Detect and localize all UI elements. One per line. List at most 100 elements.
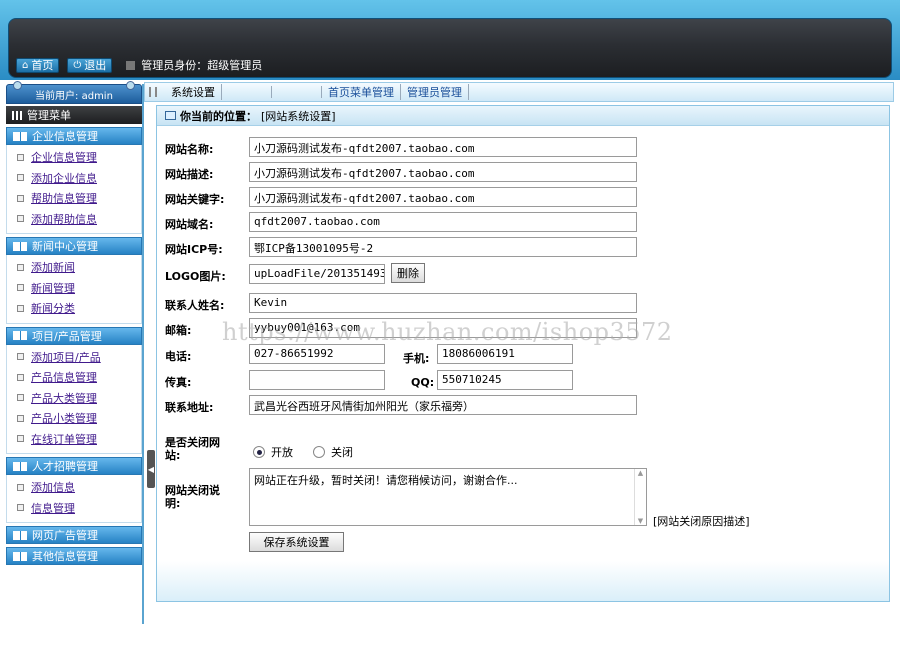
collapse-sidebar-icon[interactable]: ◀ [147,450,155,488]
tab-system-settings[interactable]: 系统设置 [165,84,222,100]
sidebar-item-list: 添加项目/产品 产品信息管理 产品大类管理 产品小类管理 在线订单管理 [6,344,142,454]
sidebar-item[interactable]: 添加新闻 [17,257,141,278]
radio-unchecked-icon [313,446,325,458]
book-icon [13,530,27,540]
close-desc-textarea[interactable]: 网站正在升级，暂时关闭！请您稍候访问，谢谢合作... ▲ ▼ [249,468,647,526]
sidebar-item[interactable]: 添加项目/产品 [17,347,141,368]
logo-label: LOGO图片: [165,270,226,283]
sidebar-item[interactable]: 添加帮助信息 [17,209,141,230]
main-panel: 你当前的位置： [网站系统设置] 网站名称: 小刀源码测试发布-qfdt2007… [156,105,890,602]
domain-input[interactable]: qfdt2007.taobao.com [249,212,637,232]
phone-label: 电话: [165,350,192,363]
site-name-label: 网站名称: [165,143,214,156]
site-desc-label: 网站描述: [165,168,214,181]
sidebar-section-header[interactable]: 项目/产品管理 [6,326,142,345]
sidebar-item[interactable]: 添加信息 [17,477,141,498]
grid-icon [12,110,23,120]
sidebar-section-header[interactable]: 其他信息管理 [6,547,142,565]
bullet-icon [17,483,24,491]
qq-input[interactable]: 550710245 [437,370,573,390]
bullet-icon [17,414,24,422]
sidebar-item-list: 企业信息管理 添加企业信息 帮助信息管理 添加帮助信息 [6,145,142,234]
close-desc-note: [网站关闭原因描述] [653,515,750,528]
sidebar-section: 网页广告管理 [6,526,142,544]
site-keywords-input[interactable]: 小刀源码测试发布-qfdt2007.taobao.com [249,187,637,207]
icp-label: 网站ICP号: [165,243,223,256]
logo-input[interactable]: upLoadFile/2013514934 [249,264,385,284]
admin-identity: 管理员身份：超级管理员 [126,57,262,73]
phone-input[interactable]: 027-86651992 [249,344,385,364]
bullet-icon [17,304,24,312]
book-icon [13,461,27,471]
menu-title: 管理菜单 [6,106,142,124]
sidebar-item[interactable]: 产品信息管理 [17,367,141,388]
bullet-icon [17,504,24,512]
window-icon [165,111,176,120]
sidebar-item[interactable]: 在线订单管理 [17,429,141,450]
book-icon [13,331,27,340]
pin-icon [13,81,22,90]
book-icon [13,551,27,561]
sidebar-section: 企业信息管理 企业信息管理 添加企业信息 帮助信息管理 添加帮助信息 [6,127,142,234]
sidebar-item[interactable]: 添加企业信息 [17,168,141,189]
mobile-input[interactable]: 18086006191 [437,344,573,364]
mobile-label: 手机: [403,352,430,365]
sidebar-section: 新闻中心管理 添加新闻 新闻管理 新闻分类 [6,237,142,324]
email-input[interactable]: yybuy001@163.com [249,318,637,338]
bullet-icon [17,215,24,223]
save-settings-button[interactable]: 保存系统设置 [249,532,344,552]
address-input[interactable]: 武昌光谷西班牙风情街加州阳光（家乐福旁） [249,395,637,415]
sidebar-item[interactable]: 新闻分类 [17,298,141,319]
bullet-icon [17,263,24,271]
sidebar-section: 其他信息管理 [6,547,142,565]
scroll-down-icon: ▼ [637,517,644,525]
sidebar-item-list: 添加新闻 新闻管理 新闻分类 [6,255,142,324]
sidebar-item[interactable]: 帮助信息管理 [17,188,141,209]
close-radio[interactable]: 关闭 [313,444,353,460]
sidebar-item[interactable]: 新闻管理 [17,278,141,299]
close-desc-label: 网站关闭说明: [165,484,220,510]
sidebar-item[interactable]: 产品小类管理 [17,408,141,429]
sidebar-item[interactable]: 产品大类管理 [17,388,141,409]
sidebar-item[interactable]: 企业信息管理 [17,147,141,168]
fax-input[interactable] [249,370,385,390]
sidebar-section-header[interactable]: 企业信息管理 [6,127,142,145]
close-site-label: 是否关闭网站: [165,436,220,462]
tab-empty-1 [222,86,272,98]
sidebar-section: 项目/产品管理 添加项目/产品 产品信息管理 产品大类管理 产品小类管理 在线订单管理 [6,326,142,454]
sidebar-item-list: 添加信息 信息管理 [6,475,142,523]
logout-button[interactable]: ⏻ 退出 [67,57,113,73]
sidebar-item[interactable]: 信息管理 [17,498,141,519]
sidebar-section-header[interactable]: 人才招聘管理 [6,457,142,475]
open-radio[interactable]: 开放 [253,444,293,460]
contact-label: 联系人姓名: [165,299,225,312]
top-toolbar: ⌂ 首页 ⏻ 退出 管理员身份：超级管理员 [8,54,892,76]
site-keywords-label: 网站关键字: [165,193,225,206]
site-desc-input[interactable]: 小刀源码测试发布-qfdt2007.taobao.com [249,162,637,182]
book-icon [13,131,27,141]
email-label: 邮箱: [165,324,192,337]
address-label: 联系地址: [165,401,214,414]
contact-input[interactable]: Kevin [249,293,637,313]
menu-sections: 企业信息管理 企业信息管理 添加企业信息 帮助信息管理 添加帮助信息 新闻中心管理 添加新闻… [4,127,142,565]
tab-admin-manage[interactable]: 管理员管理 [401,84,469,100]
domain-label: 网站域名: [165,218,214,231]
home-button[interactable]: ⌂ 首页 [16,57,60,73]
bullet-icon [17,194,24,202]
sidebar: 当前用户: admin 管理菜单 企业信息管理 企业信息管理 添加企业信息 帮助信息管… [4,81,144,624]
bullet-icon [17,373,24,381]
book-icon [13,241,27,251]
sidebar-section-header[interactable]: 新闻中心管理 [6,237,142,255]
tab-home-menu[interactable]: 首页菜单管理 [322,84,401,100]
icp-input[interactable]: 鄂ICP备13001095号-2 [249,237,637,257]
sidebar-section-header[interactable]: 网页广告管理 [6,526,142,544]
textarea-scrollbar[interactable]: ▲ ▼ [634,469,646,525]
current-user-bar: 当前用户: admin [6,81,142,104]
header-frame: ⌂ 首页 ⏻ 退出 管理员身份：超级管理员 [0,0,900,80]
pin-icon [126,81,135,90]
bullet-icon [17,153,24,161]
power-icon: ⏻ [73,59,82,71]
site-name-input[interactable]: 小刀源码测试发布-qfdt2007.taobao.com [249,137,637,157]
delete-logo-button[interactable]: 删除 [391,263,425,283]
bullet-icon [17,174,24,182]
